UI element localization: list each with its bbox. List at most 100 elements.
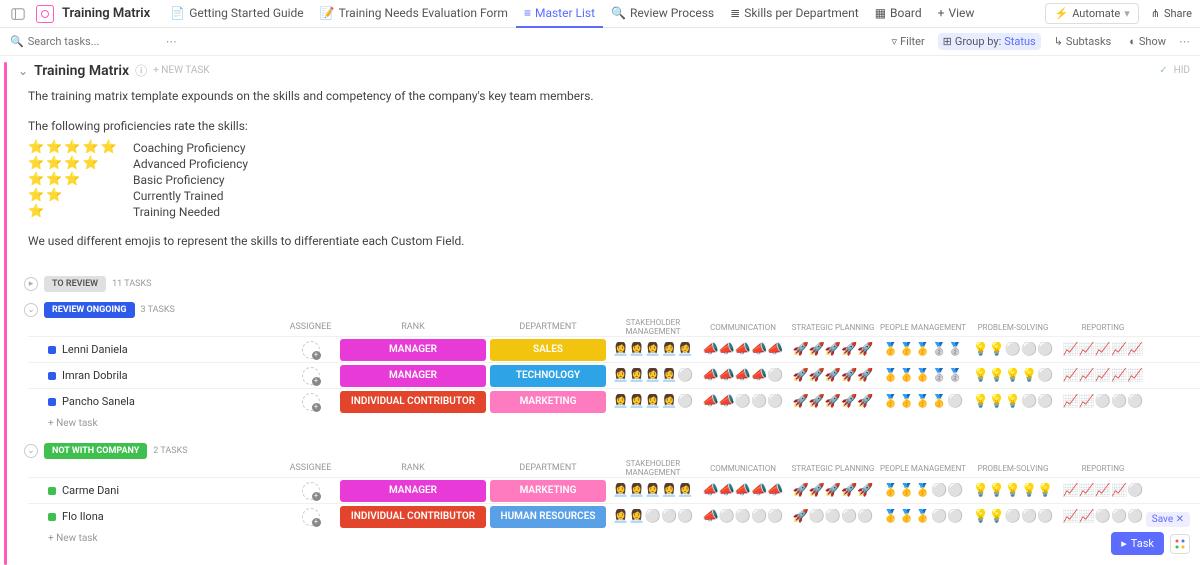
assignee-placeholder[interactable]	[302, 508, 320, 526]
check-icon[interactable]: ✓	[1159, 65, 1167, 76]
skill-cell[interactable]: 📈📈⚪⚪⚪	[1058, 394, 1148, 409]
groupby-button[interactable]: ⊞ Group by: Status	[938, 33, 1041, 50]
skill-cell[interactable]: 📣📣⚪⚪⚪	[698, 394, 788, 409]
collapse-icon[interactable]: ⌄	[24, 444, 38, 458]
skill-cell[interactable]: 📣📣📣📣📣	[698, 342, 788, 357]
task-btn-label: Task	[1131, 537, 1154, 550]
proficiency-list: ⭐⭐⭐⭐⭐Coaching Proficiency⭐⭐⭐⭐Advanced Pr…	[8, 140, 1200, 219]
assignee-placeholder[interactable]	[302, 482, 320, 500]
assignee-placeholder[interactable]	[302, 393, 320, 411]
task-row[interactable]: Lenni Daniela MANAGER SALES👩‍💼👩‍💼👩‍💼👩‍💼👩…	[28, 336, 1200, 362]
task-row[interactable]: Imran Dobrila MANAGER TECHNOLOGY👩‍💼👩‍💼👩‍…	[28, 362, 1200, 388]
skill-cell[interactable]: 📣📣📣📣⚪	[698, 368, 788, 383]
skill-cell[interactable]: 💡💡💡⚪⚪	[968, 394, 1058, 409]
dept-badge[interactable]: MARKETING	[490, 480, 606, 502]
hide-button[interactable]: HID	[1174, 65, 1190, 76]
task-row[interactable]: Flo Ilona INDIVIDUAL CONTRIBUTOR HUMAN R…	[28, 503, 1200, 529]
proficiency-label: Advanced Proficiency	[133, 157, 248, 171]
nav-tab-training-needs-evaluation-form[interactable]: 📝Training Needs Evaluation Form	[312, 0, 516, 28]
new-task-link[interactable]: + NEW TASK	[153, 65, 209, 76]
task-name: Flo Ilona	[62, 510, 104, 523]
assignee-placeholder[interactable]	[302, 341, 320, 359]
subtasks-button[interactable]: ↳ Subtasks	[1049, 33, 1117, 50]
assignee-placeholder[interactable]	[302, 367, 320, 385]
col-skill: PROBLEM-SOLVING	[968, 323, 1058, 332]
collapse-icon[interactable]: ⌄	[18, 64, 28, 78]
skill-cell[interactable]: 🥇🥇🥇🥈🥈	[878, 342, 968, 357]
chevron-down-icon: ▾	[1124, 7, 1130, 20]
skill-cell[interactable]: 🥇🥇🥇🥈🥈	[878, 368, 968, 383]
skill-cell[interactable]: 🥇🥇🥇🥇⚪	[878, 394, 968, 409]
more-icon[interactable]: ⋯	[1179, 35, 1190, 48]
skill-cell[interactable]: 🚀🚀🚀🚀🚀	[788, 368, 878, 383]
task-row[interactable]: Carme Dani MANAGER MARKETING👩‍💼👩‍💼👩‍💼👩‍💼…	[28, 477, 1200, 503]
share-button[interactable]: ⋔ Share	[1151, 7, 1192, 20]
status-pill[interactable]: TO REVIEW	[44, 276, 106, 292]
skill-cell[interactable]: 🚀⚪⚪⚪⚪	[788, 509, 878, 524]
skill-cell[interactable]: 📈📈📈📈📈	[1058, 342, 1148, 357]
more-icon[interactable]: ⋯	[166, 35, 177, 48]
skill-cell[interactable]: 💡💡⚪⚪⚪	[968, 342, 1058, 357]
doc-icon: 📄	[170, 6, 185, 20]
skill-cell[interactable]: 📣⚪⚪⚪⚪	[698, 509, 788, 524]
skill-cell[interactable]: 🚀🚀🚀🚀🚀	[788, 394, 878, 409]
show-button[interactable]: ◐ Show	[1124, 33, 1171, 50]
nav-tab-view[interactable]: +View	[930, 0, 983, 28]
status-pill[interactable]: NOT WITH COMPANY	[44, 443, 147, 459]
task-group: ⌄ REVIEW ONGOING 3 TASKSASSIGNEE RANK DE…	[28, 302, 1200, 433]
show-label: Show	[1139, 35, 1166, 48]
star-rating: ⭐⭐	[28, 188, 113, 203]
nav-tab-board[interactable]: ▦Board	[867, 0, 930, 28]
status-pill[interactable]: REVIEW ONGOING	[44, 302, 135, 318]
nav-tab-skills-per-department[interactable]: ≣Skills per Department	[722, 0, 867, 28]
skill-cell[interactable]: 🚀🚀🚀🚀🚀	[788, 342, 878, 357]
create-task-button[interactable]: ▸ Task	[1111, 532, 1164, 555]
doc-description-1: The training matrix template expounds on…	[8, 85, 1200, 115]
skill-cell[interactable]: 🚀🚀🚀🚀🚀	[788, 483, 878, 498]
content-area: ⌄ Training Matrix ⓘ + NEW TASK ✓ HID The…	[0, 56, 1200, 565]
task-row[interactable]: Pancho Sanela INDIVIDUAL CONTRIBUTOR MAR…	[28, 388, 1200, 414]
sidebar-toggle-icon[interactable]	[8, 4, 28, 24]
skill-cell[interactable]: 📈📈📈📈⚪	[1058, 483, 1148, 498]
nav-tab-getting-started-guide[interactable]: 📄Getting Started Guide	[162, 0, 311, 28]
dept-badge[interactable]: MARKETING	[490, 391, 606, 413]
dept-badge[interactable]: SALES	[490, 339, 606, 361]
filter-button[interactable]: ▿ Filter	[887, 33, 930, 50]
col-skill: COMMUNICATION	[698, 323, 788, 332]
star-rating: ⭐⭐⭐⭐⭐	[28, 140, 113, 155]
skill-cell[interactable]: 📈📈⚪⚪⚪	[1058, 509, 1148, 524]
rank-badge[interactable]: MANAGER	[340, 480, 486, 502]
skill-cell[interactable]: 👩‍💼👩‍💼👩‍💼👩‍💼⚪	[608, 368, 698, 383]
skill-cell[interactable]: 👩‍💼👩‍💼⚪⚪⚪	[608, 509, 698, 524]
skills-icon: ≣	[730, 6, 740, 20]
new-task-row[interactable]: + New task	[28, 414, 1200, 433]
automate-button[interactable]: ⚡ Automate ▾	[1045, 3, 1138, 24]
dept-badge[interactable]: HUMAN RESOURCES	[490, 506, 606, 528]
skill-cell[interactable]: 👩‍💼👩‍💼👩‍💼👩‍💼👩‍💼	[608, 483, 698, 498]
skill-cell[interactable]: 💡💡⚪⚪⚪	[968, 509, 1058, 524]
dept-badge[interactable]: TECHNOLOGY	[490, 365, 606, 387]
new-task-row[interactable]: + New task	[28, 529, 1200, 548]
col-skill: REPORTING	[1058, 323, 1148, 332]
rank-badge[interactable]: INDIVIDUAL CONTRIBUTOR	[340, 506, 486, 528]
nav-tab-review-process[interactable]: 🔍Review Process	[603, 0, 722, 28]
skill-cell[interactable]: 🥇🥇🥇⚪⚪	[878, 483, 968, 498]
skill-cell[interactable]: 💡💡💡💡⚪	[968, 368, 1058, 383]
skill-cell[interactable]: 🥇🥇🥇⚪⚪	[878, 509, 968, 524]
apps-icon[interactable]	[1170, 534, 1190, 554]
save-button[interactable]: Save ✕	[1146, 512, 1190, 527]
skill-cell[interactable]: 👩‍💼👩‍💼👩‍💼👩‍💼⚪	[608, 394, 698, 409]
nav-tab-master-list[interactable]: ≡Master List	[516, 0, 603, 28]
info-icon[interactable]: ⓘ	[135, 62, 147, 79]
skill-cell[interactable]: 📈📈📈📈📈	[1058, 368, 1148, 383]
rank-badge[interactable]: MANAGER	[340, 339, 486, 361]
search-input[interactable]	[28, 35, 118, 48]
skill-cell[interactable]: 💡💡💡💡💡	[968, 483, 1058, 498]
skill-cell[interactable]: 📣📣📣📣📣	[698, 483, 788, 498]
collapse-icon[interactable]: ⌄	[24, 303, 38, 317]
rank-badge[interactable]: MANAGER	[340, 365, 486, 387]
rank-badge[interactable]: INDIVIDUAL CONTRIBUTOR	[340, 391, 486, 413]
expand-icon[interactable]: ▸	[24, 277, 38, 291]
skill-cell[interactable]: 👩‍💼👩‍💼👩‍💼👩‍💼👩‍💼	[608, 342, 698, 357]
search-box[interactable]: 🔍	[10, 35, 118, 48]
